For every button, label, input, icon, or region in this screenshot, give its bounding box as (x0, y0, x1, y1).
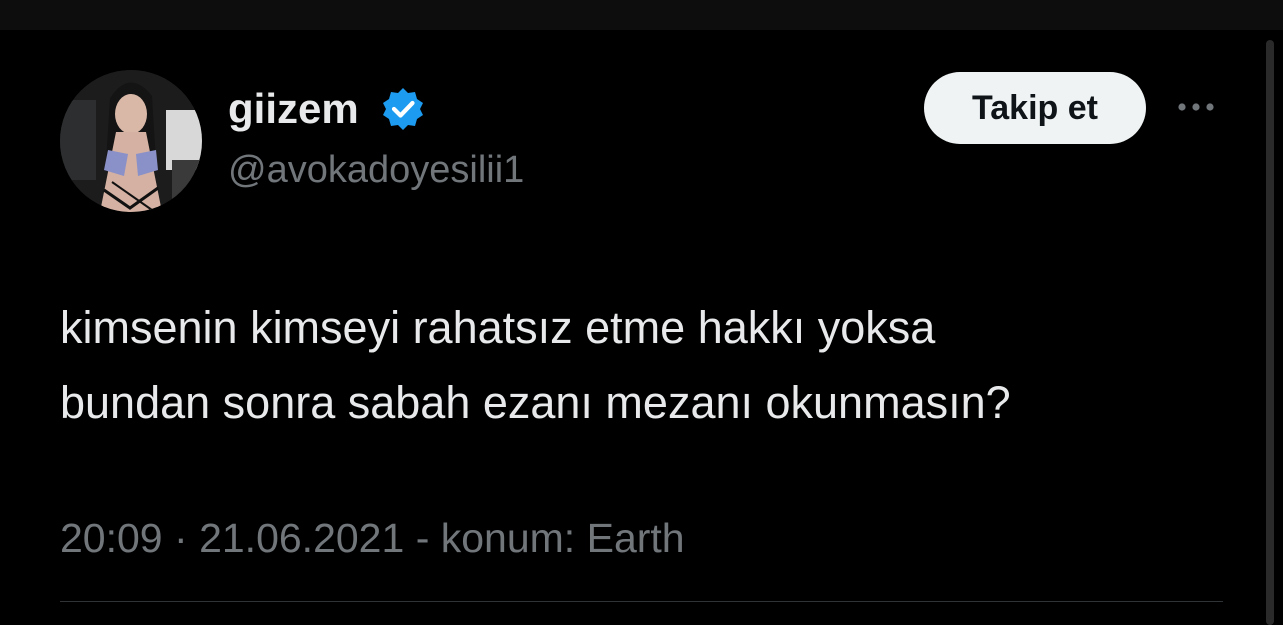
user-handle[interactable]: @avokadoyesilii1 (228, 146, 524, 194)
tweet-date[interactable]: 21.06.2021 (199, 515, 404, 561)
verified-badge-icon (380, 86, 426, 132)
avatar[interactable] (60, 70, 202, 212)
follow-button[interactable]: Takip et (924, 72, 1146, 144)
tweet-line: kimsenin kimseyi rahatsız etme hakkı yok… (60, 302, 936, 353)
meta-separator: · (174, 515, 188, 561)
scrollbar[interactable] (1266, 40, 1274, 625)
avatar-image (60, 70, 202, 212)
tweet-location: Earth (586, 515, 685, 561)
tweet-time[interactable]: 20:09 (60, 515, 163, 561)
tweet-page: giizem @avokadoyesilii1 Takip et kimseni… (0, 0, 1283, 625)
more-options-icon[interactable] (1172, 95, 1220, 119)
location-label: konum: (440, 515, 576, 561)
tweet-line: bundan sonra sabah ezanı mezanı okunması… (60, 377, 1011, 428)
divider (60, 601, 1223, 602)
tweet-meta: 20:09 · 21.06.2021 - konum: Earth (60, 512, 685, 564)
location-separator: - (415, 515, 430, 561)
display-name[interactable]: giizem (228, 84, 359, 134)
top-bar (0, 0, 1283, 30)
tweet-text: kimsenin kimseyi rahatsız etme hakkı yok… (60, 290, 1240, 440)
